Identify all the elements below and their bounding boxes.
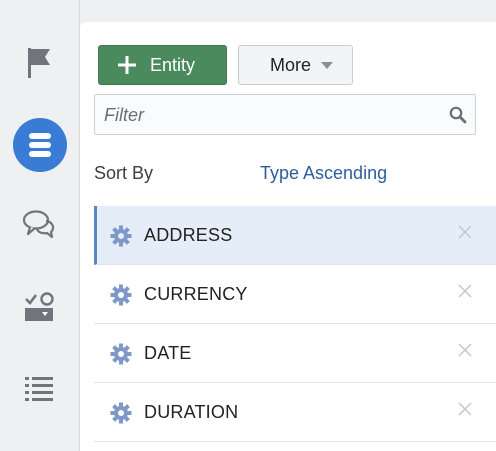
entity-row-currency[interactable]: CURRENCY xyxy=(94,265,496,324)
chat-icon xyxy=(22,210,55,239)
close-icon[interactable] xyxy=(458,284,472,298)
nav-rail xyxy=(0,0,80,451)
sort-by-label: Sort By xyxy=(94,163,154,183)
gear-icon xyxy=(110,225,132,247)
entity-name: DATE xyxy=(144,343,192,363)
more-dropdown-button[interactable]: More xyxy=(238,45,353,85)
close-icon[interactable] xyxy=(458,402,472,416)
rail-list-button[interactable] xyxy=(11,360,67,416)
gear-icon xyxy=(110,402,132,424)
entity-row-address[interactable]: ADDRESS xyxy=(94,206,496,265)
gear-icon xyxy=(110,343,132,365)
list-icon xyxy=(25,377,53,401)
rail-chat-button[interactable] xyxy=(11,196,67,252)
entity-name: CURRENCY xyxy=(144,284,248,304)
checklist-icon xyxy=(25,292,54,321)
entity-row-duration[interactable]: DURATION xyxy=(94,383,496,442)
plus-icon xyxy=(118,56,136,74)
entity-name: DURATION xyxy=(144,402,239,422)
add-entity-label: Entity xyxy=(150,54,196,75)
entity-name: ADDRESS xyxy=(144,225,233,245)
rail-intents-button[interactable] xyxy=(11,279,67,335)
chevron-down-icon xyxy=(321,61,334,69)
more-label: More xyxy=(270,54,312,75)
close-icon[interactable] xyxy=(458,225,472,239)
search-icon[interactable] xyxy=(449,106,467,124)
close-icon[interactable] xyxy=(458,343,472,357)
filter-input[interactable] xyxy=(102,104,446,127)
add-entity-button[interactable]: Entity xyxy=(98,45,227,85)
database-icon xyxy=(29,133,51,157)
entity-row-date[interactable]: DATE xyxy=(94,324,496,383)
sort-order-link[interactable]: Type Ascending xyxy=(260,163,387,184)
entity-list: ADDRESS CURRENCY DATE DURATION xyxy=(94,206,496,442)
flag-icon xyxy=(28,48,50,78)
rail-flag-button[interactable] xyxy=(11,35,67,91)
rail-entities-button[interactable] xyxy=(13,118,67,172)
entities-panel: Entity More Sort By Type Ascending ADDRE… xyxy=(80,22,496,451)
filter-field xyxy=(94,94,476,135)
gear-icon xyxy=(110,284,132,306)
